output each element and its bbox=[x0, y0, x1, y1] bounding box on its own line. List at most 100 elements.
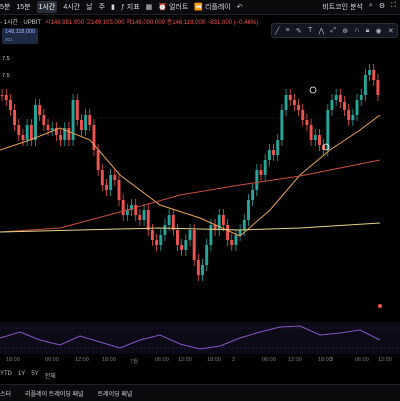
candle-body bbox=[259, 170, 263, 175]
candle-body bbox=[67, 128, 71, 140]
range-1y[interactable]: 1Y bbox=[18, 371, 25, 381]
time-axis: 18:00 06:00 12:00 18:00 7월 06:00 12:00 18:00 2 06… bbox=[0, 356, 400, 366]
candle-body bbox=[313, 135, 317, 140]
candle-body bbox=[272, 150, 275, 155]
candle-body bbox=[301, 110, 305, 120]
candle-body bbox=[242, 220, 246, 230]
candle-body bbox=[59, 135, 63, 140]
candle-body bbox=[180, 245, 184, 250]
candle-body bbox=[42, 115, 46, 125]
candle-body bbox=[288, 95, 292, 100]
candle-body bbox=[238, 230, 242, 235]
time-axis-label: 18:00 bbox=[207, 357, 221, 363]
bottom-panel-tabs: 스터 리플레이 트레이딩 패널 트레이딩 패널 bbox=[0, 384, 400, 401]
candle-body bbox=[255, 170, 259, 190]
candle-body bbox=[171, 215, 175, 230]
candle-body bbox=[105, 185, 108, 190]
candle-body bbox=[125, 210, 129, 215]
candle-body bbox=[205, 245, 209, 265]
candle-body bbox=[368, 70, 372, 75]
candle-body bbox=[309, 125, 313, 140]
time-axis-label: 18:00 bbox=[102, 357, 116, 363]
candle-body bbox=[192, 230, 196, 260]
candle-body bbox=[338, 95, 342, 102]
candle-body bbox=[155, 240, 159, 245]
candle-body bbox=[263, 160, 267, 175]
range-ytd[interactable]: YTD bbox=[0, 371, 12, 381]
candle-body bbox=[201, 265, 204, 275]
candle-body bbox=[13, 110, 17, 125]
ma-mid-line bbox=[0, 159, 381, 233]
time-axis-label: 18:00 bbox=[6, 357, 20, 363]
candle-body bbox=[351, 115, 355, 120]
time-axis-label: 06:00 bbox=[45, 357, 59, 363]
signal-marker bbox=[309, 86, 317, 94]
candle-body bbox=[334, 95, 338, 100]
candle-body bbox=[359, 95, 363, 100]
candle-body bbox=[317, 135, 321, 145]
candle-body bbox=[188, 230, 192, 240]
tab-trading-panel[interactable]: 트레이딩 패널 bbox=[98, 389, 133, 398]
candle-body bbox=[376, 80, 380, 95]
tab-replay-trading[interactable]: 리플레이 트레이딩 패널 bbox=[25, 389, 84, 398]
range-5y[interactable]: 5Y bbox=[31, 371, 38, 381]
time-axis-label: 2 bbox=[232, 357, 236, 363]
candle-body bbox=[221, 215, 225, 225]
candle-body bbox=[8, 100, 12, 110]
candle-body bbox=[150, 230, 154, 240]
candle-body bbox=[280, 110, 284, 140]
time-axis-label: 12:00 bbox=[75, 357, 89, 363]
candle-body bbox=[4, 95, 8, 100]
candle-body bbox=[138, 215, 142, 220]
candle-body bbox=[297, 105, 301, 110]
candle-body bbox=[34, 105, 37, 140]
time-axis-label: 12:00 bbox=[288, 357, 302, 363]
candle-body bbox=[29, 125, 33, 140]
time-axis-label: 06:00 bbox=[155, 357, 169, 363]
candle-body bbox=[96, 150, 100, 170]
time-axis-label: 06:00 bbox=[355, 357, 369, 363]
candle-body bbox=[117, 180, 121, 200]
candle-body bbox=[146, 210, 150, 230]
candle-body bbox=[247, 200, 250, 220]
candle-body bbox=[25, 125, 29, 140]
candle-body bbox=[159, 235, 163, 245]
candle-body bbox=[372, 70, 376, 80]
candle-body bbox=[121, 200, 125, 215]
candle-body bbox=[134, 205, 138, 215]
candle-body bbox=[38, 105, 42, 115]
candle-body bbox=[343, 102, 346, 110]
candle-body bbox=[84, 115, 88, 130]
candle-body bbox=[75, 100, 79, 120]
candle-body bbox=[217, 215, 221, 230]
candle-body bbox=[50, 128, 54, 130]
candle-body bbox=[100, 170, 104, 185]
candle-body bbox=[46, 125, 50, 130]
candle-body bbox=[17, 125, 21, 135]
price-chart[interactable] bbox=[0, 0, 400, 356]
candle-body bbox=[142, 210, 146, 220]
candle-body bbox=[79, 120, 83, 130]
candle-body bbox=[226, 225, 230, 240]
candle-body bbox=[176, 230, 179, 245]
candle-body bbox=[305, 120, 309, 125]
candle-body bbox=[167, 215, 171, 225]
candle-body bbox=[292, 100, 296, 105]
candle-body bbox=[267, 150, 271, 160]
time-axis-label: 7월 bbox=[130, 359, 139, 365]
candle-body bbox=[234, 235, 238, 245]
time-axis-label: 12:00 bbox=[178, 357, 192, 363]
range-all[interactable]: 전체 bbox=[45, 371, 56, 381]
price-marker bbox=[378, 304, 382, 308]
candle-body bbox=[347, 110, 351, 120]
candle-body bbox=[109, 175, 113, 190]
candle-body bbox=[184, 240, 188, 250]
candle-body bbox=[0, 95, 4, 96]
candle-body bbox=[163, 225, 167, 235]
tab-screener[interactable]: 스터 bbox=[0, 389, 11, 398]
candle-body bbox=[88, 115, 92, 125]
time-axis-label: 12:00 bbox=[378, 357, 392, 363]
candle-body bbox=[355, 100, 359, 115]
range-selector: YTD 1Y 5Y 전체 bbox=[0, 371, 56, 381]
time-axis-label: 3 bbox=[330, 357, 334, 363]
